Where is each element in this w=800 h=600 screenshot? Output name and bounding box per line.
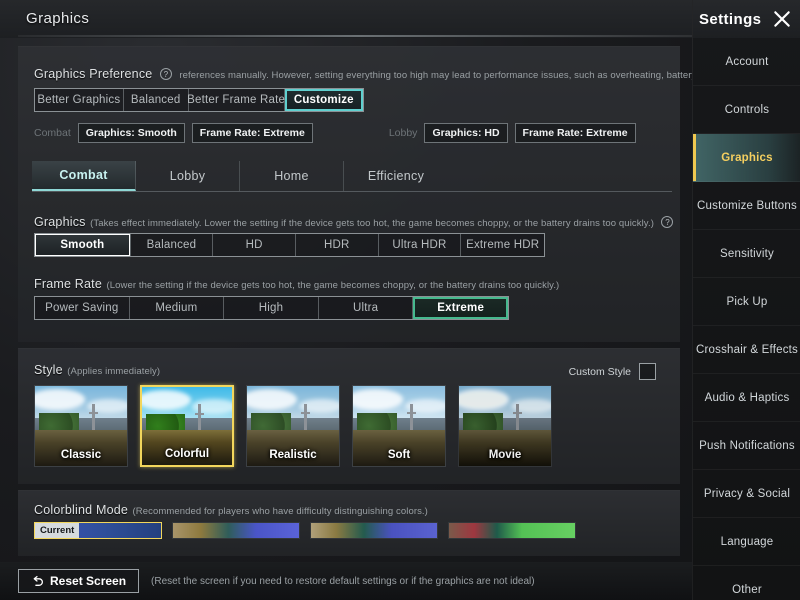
tab-combat[interactable]: Combat <box>32 161 136 191</box>
custom-style-checkbox[interactable] <box>639 363 656 380</box>
settings-sidebar: Settings Account Controls Graphics Custo… <box>692 0 800 600</box>
framerate-option-ultra[interactable]: Ultra <box>319 297 414 319</box>
colorblind-swatch-1[interactable] <box>172 522 300 539</box>
style-header: Style (Applies immediately) <box>34 361 160 379</box>
sidebar-item-controls[interactable]: Controls <box>693 86 800 134</box>
colorblind-panel: Colorblind Mode (Recommended for players… <box>18 490 680 556</box>
pref-option-customize[interactable]: Customize <box>284 89 363 111</box>
reset-screen-button[interactable]: Reset Screen <box>18 569 140 593</box>
style-thumb-label: Realistic <box>269 449 317 461</box>
graphics-quality-options: Smooth Balanced HD HDR Ultra HDR Extreme… <box>34 233 545 257</box>
pref-option-better-graphics[interactable]: Better Graphics <box>35 89 124 111</box>
colorblind-swatch-0[interactable]: Current <box>34 522 162 539</box>
framerate-option-extreme[interactable]: Extreme <box>413 297 508 319</box>
tab-lobby[interactable]: Lobby <box>136 161 240 191</box>
top-bar: Graphics <box>0 0 800 38</box>
sidebar-item-language[interactable]: Language <box>693 518 800 566</box>
graphics-quality-label: Graphics <box>34 215 86 229</box>
style-thumb-label: Colorful <box>164 448 210 460</box>
main-content: Graphics Preference ? references manuall… <box>0 38 742 600</box>
framerate-option-power-saving[interactable]: Power Saving <box>35 297 130 319</box>
reset-bar: Reset Screen (Reset the screen if you ne… <box>0 562 692 600</box>
title-underline <box>18 35 698 37</box>
graphics-preference-label: Graphics Preference <box>34 67 153 81</box>
custom-style-toggle[interactable]: Custom Style <box>569 363 656 380</box>
graphics-settings-panel: Graphics Preference ? references manuall… <box>18 46 742 342</box>
sidebar-item-customize-buttons[interactable]: Customize Buttons <box>693 182 800 230</box>
frame-rate-header: Frame Rate (Lower the setting if the dev… <box>34 275 559 293</box>
combat-summary-label: Combat <box>34 127 71 139</box>
settings-screen: Graphics Graphics Preference ? reference… <box>0 0 800 600</box>
graphics-option-smooth[interactable]: Smooth <box>35 234 131 256</box>
tab-home[interactable]: Home <box>240 161 344 191</box>
question-mark-icon[interactable]: ? <box>159 67 172 80</box>
style-thumb-label: Classic <box>60 449 102 461</box>
colorblind-current-label: Current <box>35 523 80 538</box>
sidebar-item-privacy-social[interactable]: Privacy & Social <box>693 470 800 518</box>
style-thumb-movie[interactable]: Movie <box>458 385 552 467</box>
graphics-option-extreme-hdr[interactable]: Extreme HDR <box>461 234 544 256</box>
sidebar-item-pick-up[interactable]: Pick Up <box>693 278 800 326</box>
lobby-graphics-chip: Graphics: HD <box>424 123 508 143</box>
combat-graphics-chip: Graphics: Smooth <box>77 123 185 143</box>
sidebar-item-graphics[interactable]: Graphics <box>693 134 800 182</box>
question-mark-icon[interactable]: ? <box>661 215 674 228</box>
pref-option-balanced[interactable]: Balanced <box>124 89 189 111</box>
lobby-summary-label: Lobby <box>388 127 418 139</box>
reset-screen-hint: (Reset the screen if you need to restore… <box>151 575 535 587</box>
style-thumbnails: Classic Colorful Realistic Soft Movie <box>34 385 552 467</box>
graphics-preference-hint: references manually. However, setting ev… <box>179 70 743 81</box>
colorblind-swatch-3[interactable] <box>448 522 576 539</box>
style-thumb-colorful[interactable]: Colorful <box>140 385 234 467</box>
colorblind-label: Colorblind Mode <box>34 503 129 517</box>
colorblind-hint: (Recommended for players who have diffic… <box>132 506 428 517</box>
sidebar-title: Settings <box>699 10 762 28</box>
sidebar-item-crosshair-effects[interactable]: Crosshair & Effects <box>693 326 800 374</box>
tab-efficiency[interactable]: Efficiency <box>344 161 448 191</box>
colorblind-swatches: Current <box>34 522 576 539</box>
style-thumb-classic[interactable]: Classic <box>34 385 128 467</box>
lobby-framerate-chip: Frame Rate: Extreme <box>514 123 636 143</box>
style-panel: Style (Applies immediately) Custom Style… <box>18 348 680 484</box>
frame-rate-label: Frame Rate <box>34 277 102 291</box>
style-hint: (Applies immediately) <box>67 366 161 377</box>
style-thumb-soft[interactable]: Soft <box>352 385 446 467</box>
page-title: Graphics <box>26 10 90 27</box>
colorblind-swatch-2[interactable] <box>310 522 438 539</box>
graphics-quality-hint: (Takes effect immediately. Lower the set… <box>90 218 654 229</box>
style-thumb-label: Movie <box>488 449 522 461</box>
framerate-option-medium[interactable]: Medium <box>130 297 225 319</box>
graphics-option-balanced[interactable]: Balanced <box>131 234 214 256</box>
settings-tabs: Combat Lobby Home Efficiency <box>32 161 672 192</box>
close-icon[interactable] <box>772 9 792 29</box>
sidebar-item-audio-haptics[interactable]: Audio & Haptics <box>693 374 800 422</box>
frame-rate-hint: (Lower the setting if the device gets to… <box>106 280 560 291</box>
combat-framerate-chip: Frame Rate: Extreme <box>191 123 313 143</box>
colorblind-header: Colorblind Mode (Recommended for players… <box>34 501 428 519</box>
sidebar-item-other[interactable]: Other <box>693 566 800 600</box>
pref-option-better-frame-rate[interactable]: Better Frame Rate <box>187 89 285 111</box>
graphics-option-hd[interactable]: HD <box>213 234 296 256</box>
graphics-quality-header: Graphics (Takes effect immediately. Lowe… <box>34 213 676 231</box>
style-thumb-label: Soft <box>387 449 411 461</box>
graphics-option-hdr[interactable]: HDR <box>296 234 379 256</box>
sidebar-menu: Account Controls Graphics Customize Butt… <box>693 38 800 600</box>
custom-style-label: Custom Style <box>568 365 631 378</box>
frame-rate-options: Power Saving Medium High Ultra Extreme <box>34 296 509 320</box>
reset-screen-label: Reset Screen <box>50 574 127 588</box>
style-thumb-realistic[interactable]: Realistic <box>246 385 340 467</box>
framerate-option-high[interactable]: High <box>224 297 319 319</box>
sidebar-item-push-notifications[interactable]: Push Notifications <box>693 422 800 470</box>
sidebar-header: Settings <box>693 0 800 38</box>
undo-icon <box>33 575 43 586</box>
graphics-preference-options: Better Graphics Balanced Better Frame Ra… <box>34 88 364 112</box>
current-preference-summary: Combat Graphics: Smooth Frame Rate: Extr… <box>34 123 636 143</box>
graphics-option-ultra-hdr[interactable]: Ultra HDR <box>379 234 462 256</box>
style-label: Style <box>34 363 63 377</box>
sidebar-item-account[interactable]: Account <box>693 38 800 86</box>
sidebar-item-sensitivity[interactable]: Sensitivity <box>693 230 800 278</box>
graphics-preference-header: Graphics Preference ? references manuall… <box>34 65 742 83</box>
